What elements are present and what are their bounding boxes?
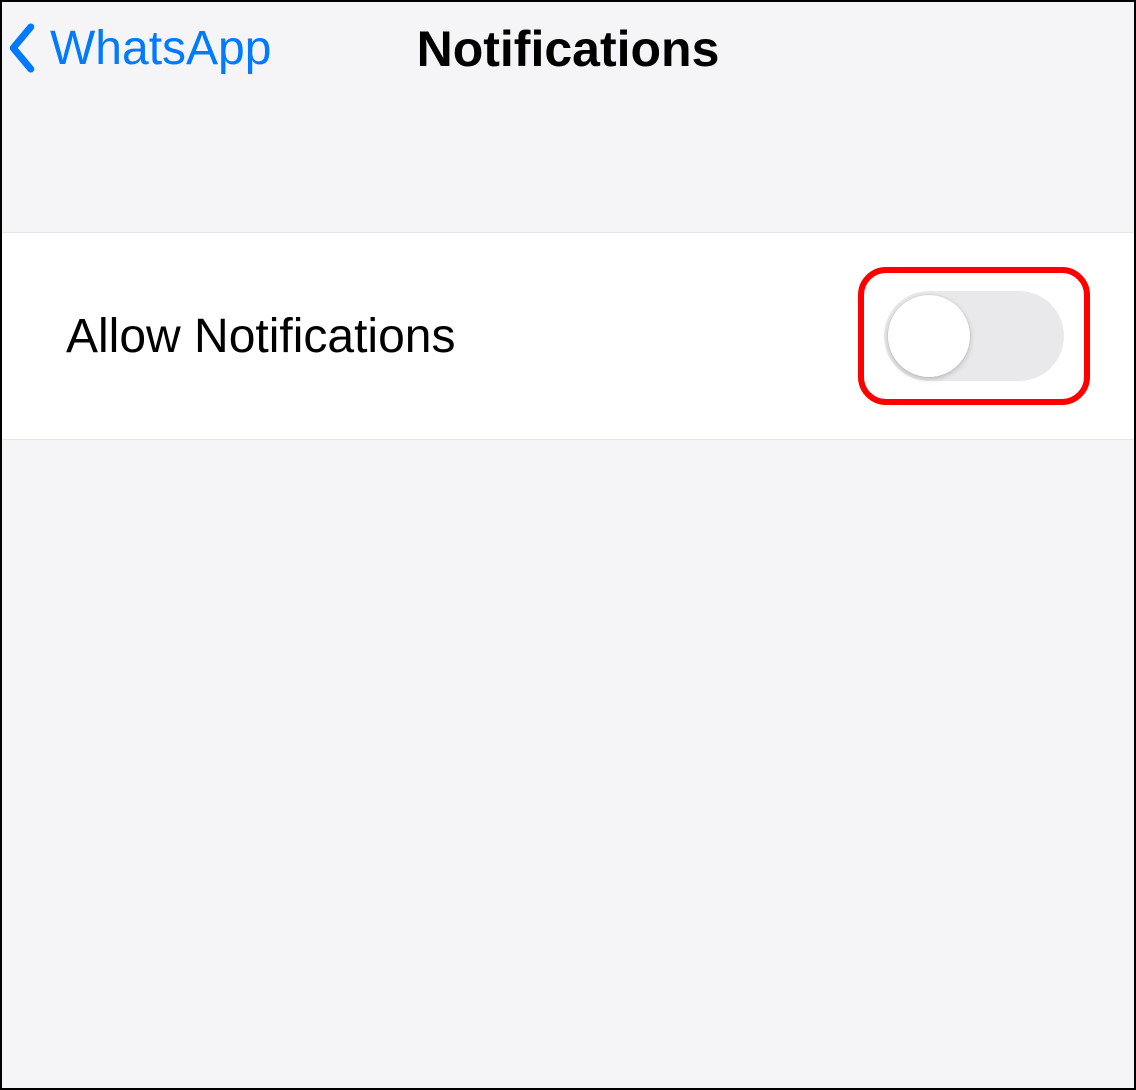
page-title: Notifications	[417, 20, 720, 78]
back-button[interactable]: WhatsApp	[2, 20, 271, 76]
settings-group: Allow Notifications	[2, 232, 1134, 440]
toggle-knob	[888, 295, 970, 377]
back-label: WhatsApp	[50, 21, 271, 76]
allow-notifications-label: Allow Notifications	[66, 309, 455, 364]
chevron-left-icon	[2, 20, 42, 76]
highlight-annotation	[858, 267, 1090, 405]
navigation-bar: WhatsApp Notifications	[2, 2, 1134, 112]
allow-notifications-toggle[interactable]	[884, 291, 1064, 381]
allow-notifications-row: Allow Notifications	[2, 233, 1134, 439]
